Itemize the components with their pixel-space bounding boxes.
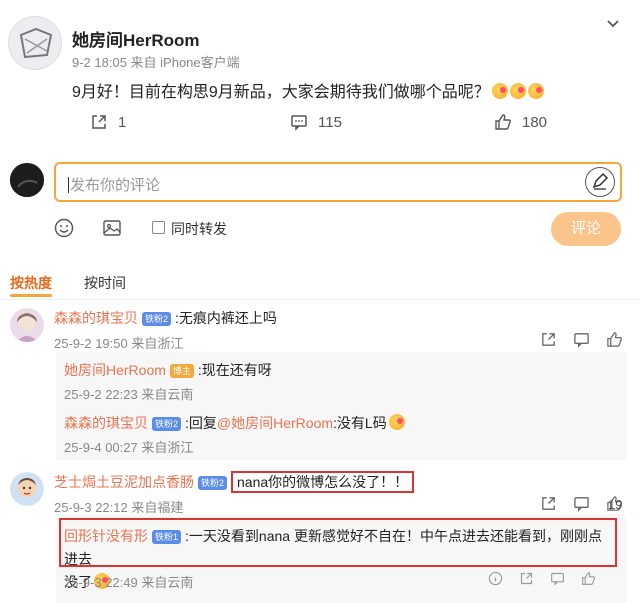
emoji-button[interactable] — [54, 218, 74, 238]
my-avatar — [10, 163, 44, 197]
thumbs-up-icon[interactable] — [606, 331, 623, 348]
fan-badge: 铁粉2 — [142, 312, 172, 326]
comment-icon — [290, 113, 308, 131]
comment-input[interactable]: 发布你的评论 — [54, 162, 622, 202]
post-text: 9月好！目前在构思9月新品，大家会期待我们做哪个品呢？ — [72, 78, 544, 102]
repost-icon — [90, 113, 108, 131]
post-meta: 9-2 18:05 来自 iPhone客户端 — [72, 55, 240, 70]
comment-input-placeholder: 发布你的评论 — [70, 177, 161, 194]
commenter-avatar[interactable] — [10, 472, 44, 506]
comment-text: :无痕内裤还上吗 — [175, 310, 277, 326]
like-count: 180 — [522, 113, 548, 131]
thumbs-up-icon[interactable] — [581, 571, 596, 586]
submit-comment-button[interactable]: 评论 — [551, 212, 621, 246]
share-icon[interactable] — [540, 495, 557, 512]
pen-icon[interactable] — [585, 167, 615, 197]
tab-sort-hot[interactable]: 按热度 — [10, 273, 52, 293]
reply-text: :现在还有呀 — [197, 362, 272, 378]
thumbs-up-icon — [494, 113, 512, 131]
comment-icon[interactable] — [550, 571, 565, 586]
fan-badge: 铁粉2 — [198, 476, 228, 490]
comment-meta: 25-9-2 19:50 来自浙江 — [54, 336, 184, 351]
reply-header: 她房间HerRoom 博主:现在还有呀 — [64, 360, 272, 380]
info-icon[interactable] — [488, 571, 503, 586]
repost-checkbox-label: 同时转发 — [171, 221, 227, 237]
comment-count: 115 — [318, 113, 342, 131]
fan-badge: 铁粉2 — [152, 417, 182, 431]
cry-emoji-icon — [388, 414, 405, 430]
reply-username[interactable]: 森森的琪宝贝 — [64, 415, 148, 431]
tab-sort-time[interactable]: 按时间 — [84, 273, 126, 293]
reply-meta: 25-9-2 22:23 来自云南 — [64, 387, 194, 402]
comment-button[interactable]: 115 — [290, 110, 342, 134]
reply-header: 森森的琪宝贝 铁粉2:回复@她房间HerRoom:没有L码 — [64, 413, 405, 433]
comment-header: 森森的琪宝贝 铁粉2:无痕内裤还上吗 — [54, 308, 277, 328]
host-badge: 博主 — [169, 364, 194, 378]
mention-link[interactable]: @她房间HerRoom — [217, 415, 333, 431]
reply-prefix: :回复 — [185, 415, 217, 431]
author-avatar[interactable] — [8, 16, 62, 70]
emoji-icon — [509, 83, 526, 99]
reply-meta: 25-9-3 22:49 来自云南 — [64, 575, 194, 590]
reply-text: :没有L码 — [333, 415, 387, 431]
emoji-icon — [527, 83, 544, 99]
comment-username[interactable]: 森森的琪宝贝 — [54, 310, 138, 326]
commenter-avatar[interactable] — [10, 308, 44, 342]
reply-username[interactable]: 她房间HerRoom — [64, 362, 166, 378]
divider — [0, 299, 640, 300]
post-text-content: 9月好！目前在构思9月新品，大家会期待我们做哪个品呢？ — [72, 84, 490, 101]
reply-actions — [488, 571, 596, 586]
repost-checkbox[interactable] — [152, 221, 165, 234]
image-button[interactable] — [102, 218, 122, 238]
fan-badge: 铁粉1 — [152, 530, 182, 544]
comment-icon[interactable] — [573, 495, 590, 512]
repost-count: 1 — [118, 113, 127, 131]
comment-text: nana你的微博怎么没了！！ — [231, 471, 415, 493]
comment-like-count: 19 — [608, 497, 623, 512]
active-tab-indicator — [10, 294, 52, 297]
repost-button[interactable]: 1 — [90, 110, 126, 134]
chevron-down-icon[interactable] — [605, 16, 621, 32]
reply-meta: 25-9-4 00:27 来自浙江 — [64, 440, 194, 455]
comment-header: 芝士焗土豆泥加点香肠 铁粉2 nana你的微博怎么没了！！ — [54, 471, 415, 493]
share-icon[interactable] — [540, 331, 557, 348]
post-author-name[interactable]: 她房间HerRoom — [72, 26, 200, 51]
comment-actions — [540, 331, 623, 348]
share-icon[interactable] — [519, 571, 534, 586]
reply-username[interactable]: 回形针没有形 — [64, 528, 148, 544]
comment-username[interactable]: 芝士焗土豆泥加点香肠 — [54, 474, 194, 490]
emoji-icon — [491, 83, 508, 99]
comment-icon[interactable] — [573, 331, 590, 348]
like-button[interactable]: 180 — [494, 110, 547, 134]
